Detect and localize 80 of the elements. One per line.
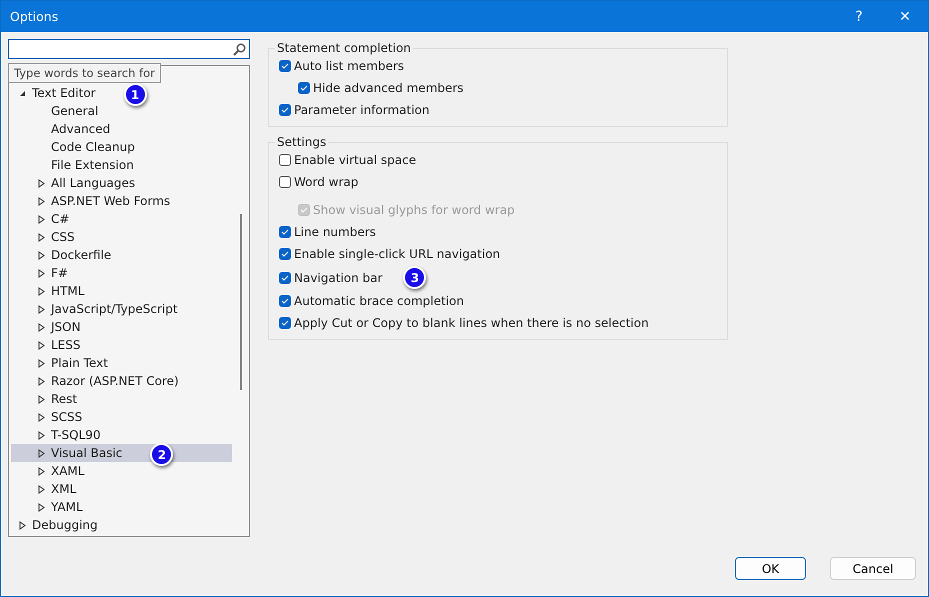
tree-item[interactable]: SCSS — [11, 408, 232, 426]
checkbox[interactable] — [279, 272, 291, 284]
ok-button[interactable]: OK — [735, 557, 806, 580]
search-icon — [233, 42, 246, 56]
checkbox[interactable] — [279, 248, 291, 260]
search-field[interactable] — [8, 39, 250, 59]
callout-badge: 3 — [403, 266, 426, 289]
tree-item[interactable]: JavaScript/TypeScript — [11, 300, 232, 318]
checkbox[interactable] — [279, 226, 291, 238]
tree-item[interactable]: T-SQL90 — [11, 426, 232, 444]
tree-item-label: JavaScript/TypeScript — [51, 302, 178, 316]
tree-item[interactable]: XML — [11, 480, 232, 498]
group-title: Settings — [276, 135, 328, 149]
tree-item[interactable]: LESS — [11, 336, 232, 354]
tree-item-label: JSON — [51, 320, 81, 334]
tree-item[interactable]: HTML — [11, 282, 232, 300]
search-tooltip: Type words to search for — [8, 63, 161, 83]
callout-badge: 1 — [124, 83, 147, 106]
tree-item[interactable]: Advanced — [11, 120, 232, 138]
tree-item[interactable]: ASP.NET Web Forms — [11, 192, 232, 210]
checkbox-label[interactable]: Apply Cut or Copy to blank lines when there is no selection — [294, 316, 649, 330]
checkbox-label[interactable]: Auto list members — [294, 59, 404, 73]
tree-item[interactable]: File Extension — [11, 156, 232, 174]
tree-item[interactable]: Razor (ASP.NET Core) — [11, 372, 232, 390]
tree-item-label: Plain Text — [51, 356, 108, 370]
checkbox-label[interactable]: Enable single-click URL navigation — [294, 247, 500, 261]
tree-item-label: Rest — [51, 392, 78, 406]
callout-badge: 2 — [150, 443, 174, 466]
tree-item[interactable]: All Languages — [11, 174, 232, 192]
checkbox[interactable] — [279, 104, 291, 116]
close-button[interactable]: ✕ — [882, 1, 928, 32]
tree-item[interactable]: CSS — [11, 228, 232, 246]
tree-item-label: SCSS — [51, 410, 82, 424]
tree-item-label: Advanced — [51, 122, 110, 136]
tree-item-label: Dockerfile — [51, 248, 112, 262]
tree-item[interactable]: Debugging — [11, 516, 232, 534]
tree-item-label: CSS — [51, 230, 75, 244]
checkbox-label[interactable]: Hide advanced members — [313, 81, 464, 95]
expand-arrow-icon[interactable] — [19, 520, 26, 530]
tree-item[interactable]: YAML — [11, 498, 232, 516]
tree-item-label: F# — [51, 266, 68, 280]
tree-item-label: C# — [51, 212, 70, 226]
checkbox[interactable] — [279, 295, 291, 307]
cancel-button[interactable]: Cancel — [830, 557, 916, 580]
tree-item[interactable]: Rest — [11, 390, 232, 408]
help-button[interactable]: ? — [836, 1, 882, 32]
tree-item-label: HTML — [51, 284, 84, 298]
tree-item-label: Code Cleanup — [51, 140, 135, 154]
checkbox[interactable] — [279, 60, 291, 72]
tree-item[interactable]: Dockerfile — [11, 246, 232, 264]
tree-item-label: YAML — [51, 500, 83, 514]
tree-item[interactable]: F# — [11, 264, 232, 282]
tree-item-label: File Extension — [51, 158, 134, 172]
window-title: Options — [10, 9, 60, 24]
group-title: Statement completion — [276, 41, 412, 55]
tree-item-label: Razor (ASP.NET Core) — [51, 374, 179, 388]
checkbox[interactable] — [279, 154, 291, 166]
tree-item[interactable]: C# — [11, 210, 232, 228]
checkbox[interactable] — [279, 176, 291, 188]
checkbox-label[interactable]: Parameter information — [294, 103, 430, 117]
checkbox-label[interactable]: Navigation bar — [294, 270, 382, 284]
checkbox[interactable] — [279, 317, 291, 329]
checkbox-label[interactable]: Word wrap — [294, 175, 358, 189]
tree-item-label: XAML — [51, 464, 84, 478]
tree-item-label: T-SQL90 — [51, 428, 101, 442]
tree-item-label: All Languages — [51, 176, 136, 190]
checkbox-label[interactable]: Automatic brace completion — [294, 294, 464, 308]
checkbox[interactable] — [298, 82, 310, 94]
tree-item[interactable]: Code Cleanup — [11, 138, 232, 156]
tree-item-label: Debugging — [32, 518, 98, 532]
tree-item-label: LESS — [51, 338, 81, 352]
collapse-arrow-icon[interactable] — [19, 90, 26, 96]
checkbox-label[interactable]: Line numbers — [294, 225, 376, 239]
checkbox-label[interactable]: Enable virtual space — [294, 153, 416, 167]
tree-item[interactable]: JSON — [11, 318, 232, 336]
tree-item-label: ASP.NET Web Forms — [51, 194, 170, 208]
scrollbar-thumb[interactable] — [240, 214, 242, 390]
tree-item-label: General — [51, 104, 98, 118]
tree-item-label: XML — [51, 482, 76, 496]
tree-item[interactable]: Plain Text — [11, 354, 232, 372]
